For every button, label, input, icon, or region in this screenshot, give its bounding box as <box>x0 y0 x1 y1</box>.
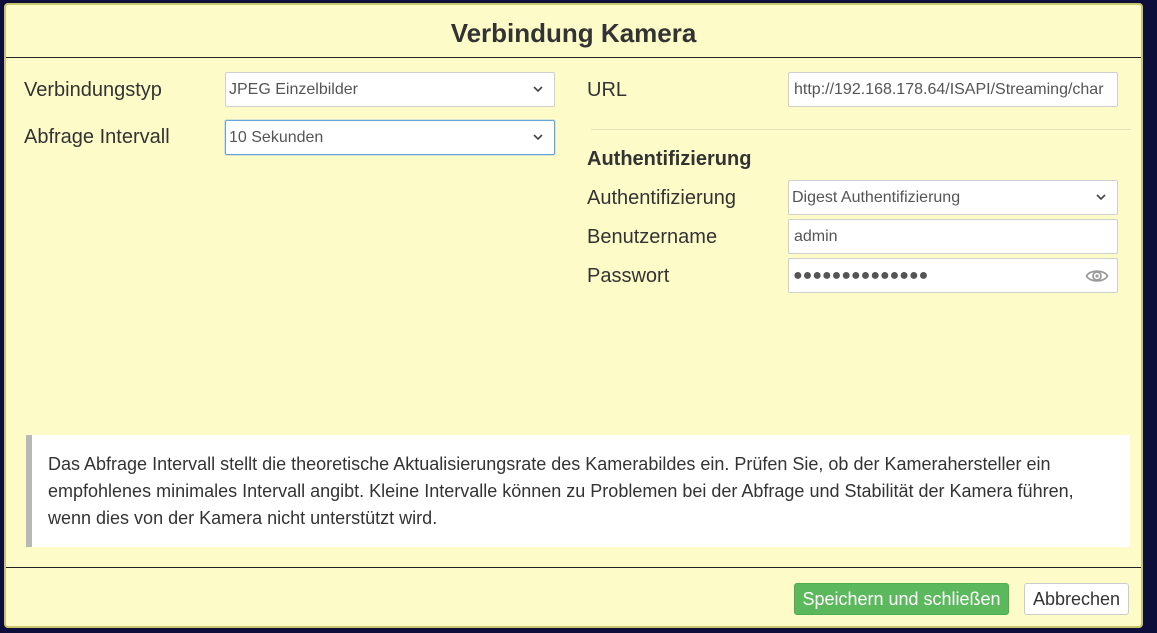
connection-type-value: JPEG Einzelbilder <box>229 81 358 98</box>
interval-label: Abfrage Intervall <box>24 126 170 148</box>
username-input[interactable]: admin <box>788 219 1118 254</box>
url-input[interactable]: http://192.168.178.64/ISAPI/Streaming/ch… <box>788 72 1118 107</box>
cancel-button[interactable]: Abbrechen <box>1024 583 1129 615</box>
chevron-down-icon <box>533 134 543 141</box>
url-label: URL <box>587 79 628 101</box>
chevron-down-icon <box>533 86 543 93</box>
auth-label: Authentifizierung <box>587 187 736 209</box>
save-and-close-button[interactable]: Speichern und schließen <box>794 583 1009 615</box>
section-divider <box>591 129 1131 130</box>
auth-select[interactable]: Digest Authentifizierung <box>788 180 1118 215</box>
username-value: admin <box>794 228 838 245</box>
connection-type-select[interactable]: JPEG Einzelbilder <box>225 72 555 107</box>
interval-select[interactable]: 10 Sekunden <box>225 120 555 155</box>
connection-type-label: Verbindungstyp <box>24 79 162 101</box>
password-label: Passwort <box>587 265 670 287</box>
interval-info-text: Das Abfrage Intervall stellt die theoret… <box>48 454 1074 528</box>
url-value: http://192.168.178.64/ISAPI/Streaming/ch… <box>794 81 1104 98</box>
auth-section-heading: Authentifizierung <box>587 148 752 170</box>
chevron-down-icon <box>1096 194 1106 201</box>
username-label: Benutzername <box>587 226 718 248</box>
camera-connection-dialog: Verbindung Kamera Verbindungstyp JPEG Ei… <box>4 3 1143 628</box>
interval-value: 10 Sekunden <box>229 129 324 146</box>
auth-value: Digest Authentifizierung <box>792 189 961 206</box>
eye-icon[interactable] <box>1085 265 1109 287</box>
dialog-title: Verbindung Kamera <box>6 5 1141 58</box>
password-input[interactable]: ●●●●●●●●●●●●●● <box>788 258 1118 293</box>
footer-divider <box>6 567 1141 568</box>
interval-info-box: Das Abfrage Intervall stellt die theoret… <box>26 435 1130 547</box>
password-masked-value: ●●●●●●●●●●●●●● <box>793 267 929 284</box>
